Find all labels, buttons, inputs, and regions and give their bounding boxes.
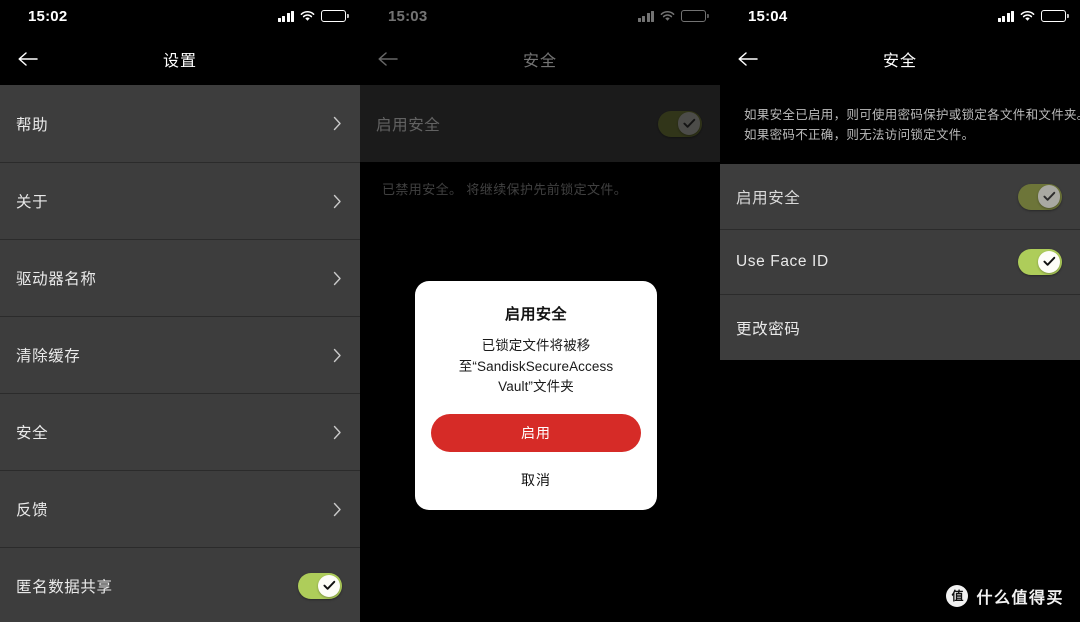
- watermark: 值 什么值得买: [946, 584, 1064, 608]
- list-item-security[interactable]: 安全: [0, 393, 360, 470]
- anonymous-data-sharing-toggle[interactable]: [298, 573, 342, 599]
- list-item-clear-cache[interactable]: 清除缓存: [0, 316, 360, 393]
- list-item-feedback[interactable]: 反馈: [0, 470, 360, 547]
- list-item-about[interactable]: 关于: [0, 162, 360, 239]
- list-item-label: 帮助: [16, 116, 49, 134]
- page-title: 安全: [882, 52, 917, 70]
- enable-security-toggle[interactable]: [1018, 183, 1062, 210]
- list-item-label: 匿名数据共享: [16, 579, 113, 596]
- list-item-label: Use Face ID: [736, 253, 829, 270]
- status-icons: [277, 10, 349, 22]
- settings-list: 帮助 关于 驱动器名称 清除缓存 安全 反馈 匿名数据共享: [0, 85, 360, 622]
- list-item-change-password[interactable]: 更改密码: [720, 294, 1080, 360]
- list-item-label: 安全: [16, 425, 49, 442]
- signal-bars-icon: [997, 10, 1014, 22]
- list-item-drive-name[interactable]: 驱动器名称: [0, 239, 360, 316]
- nav-bar: 安全: [720, 32, 1080, 85]
- security-options-list: 启用安全 Use Face ID 更改密码: [720, 164, 1080, 360]
- security-description: 如果安全已启用，则可使用密码保护或锁定各文件和文件夹。 如果密码不正确，则无法访…: [720, 85, 1080, 145]
- nav-bar: 设置: [0, 32, 360, 85]
- chevron-right-icon: [324, 348, 342, 363]
- three-panel-screenshot-composite: 15:02 设置 帮助 关于 驱动器名称 清除缓存 安全 反馈 匿名数据共享 启…: [0, 0, 1080, 622]
- use-face-id-toggle[interactable]: [1018, 249, 1062, 275]
- enable-security-dialog: 启用安全 已锁定文件将被移至“SandiskSecureAccess Vault…: [415, 281, 657, 510]
- chevron-right-icon: [324, 502, 342, 517]
- list-item-enable-security[interactable]: 启用安全: [720, 164, 1080, 229]
- status-clock: 15:04: [748, 7, 788, 25]
- list-item-label: 驱动器名称: [16, 271, 97, 288]
- toggle-knob: [317, 574, 341, 598]
- chevron-right-icon: [324, 194, 342, 209]
- list-item-anonymous-data-sharing[interactable]: 匿名数据共享: [0, 547, 360, 622]
- toggle-knob: [1037, 250, 1061, 274]
- security-description-line-2: 如果密码不正确，则无法访问锁定文件。: [744, 128, 975, 142]
- list-item-help[interactable]: 帮助: [0, 85, 360, 162]
- panel-security-enabled: 15:04 安全 如果安全已启用，则可使用密码保护或锁定各文件和文件夹。 如果密…: [720, 0, 1080, 622]
- status-icons: [997, 10, 1069, 22]
- toggle-knob: [1037, 185, 1061, 208]
- panel-security-confirm: 15:03 安全 启用安全: [360, 0, 720, 622]
- list-item-use-face-id[interactable]: Use Face ID: [720, 229, 1080, 294]
- dialog-message: 已锁定文件将被移至“SandiskSecureAccess Vault”文件夹: [458, 338, 614, 395]
- list-item-label: 关于: [16, 194, 49, 211]
- chevron-right-icon: [324, 271, 342, 286]
- battery-icon: [1041, 10, 1069, 22]
- dialog-title: 启用安全: [504, 306, 567, 323]
- status-bar: 15:02: [0, 0, 360, 32]
- dialog-cancel-button[interactable]: 取消: [431, 456, 641, 496]
- security-description-line-1: 如果安全已启用，则可使用密码保护或锁定各文件和文件夹。: [744, 108, 1080, 122]
- signal-bars-icon: [277, 10, 294, 22]
- wifi-icon: [300, 10, 315, 22]
- list-item-label: 清除缓存: [16, 348, 81, 365]
- dialog-confirm-button[interactable]: 启用: [431, 413, 641, 452]
- back-arrow-icon[interactable]: [10, 42, 48, 76]
- watermark-text: 什么值得买: [976, 590, 1064, 607]
- wifi-icon: [1020, 10, 1035, 22]
- status-clock: 15:02: [28, 7, 68, 25]
- chevron-right-icon: [324, 425, 342, 440]
- back-arrow-icon[interactable]: [730, 42, 768, 76]
- battery-icon: [321, 10, 349, 22]
- watermark-logo-icon: 值: [946, 585, 969, 607]
- list-item-label: 反馈: [16, 502, 49, 519]
- page-title: 设置: [162, 52, 197, 70]
- list-item-label: 启用安全: [736, 189, 801, 207]
- panel-settings: 15:02 设置 帮助 关于 驱动器名称 清除缓存 安全 反馈 匿名数据共享: [0, 0, 360, 622]
- chevron-right-icon: [324, 116, 342, 131]
- list-item-label: 更改密码: [736, 320, 801, 338]
- status-bar: 15:04: [720, 0, 1080, 32]
